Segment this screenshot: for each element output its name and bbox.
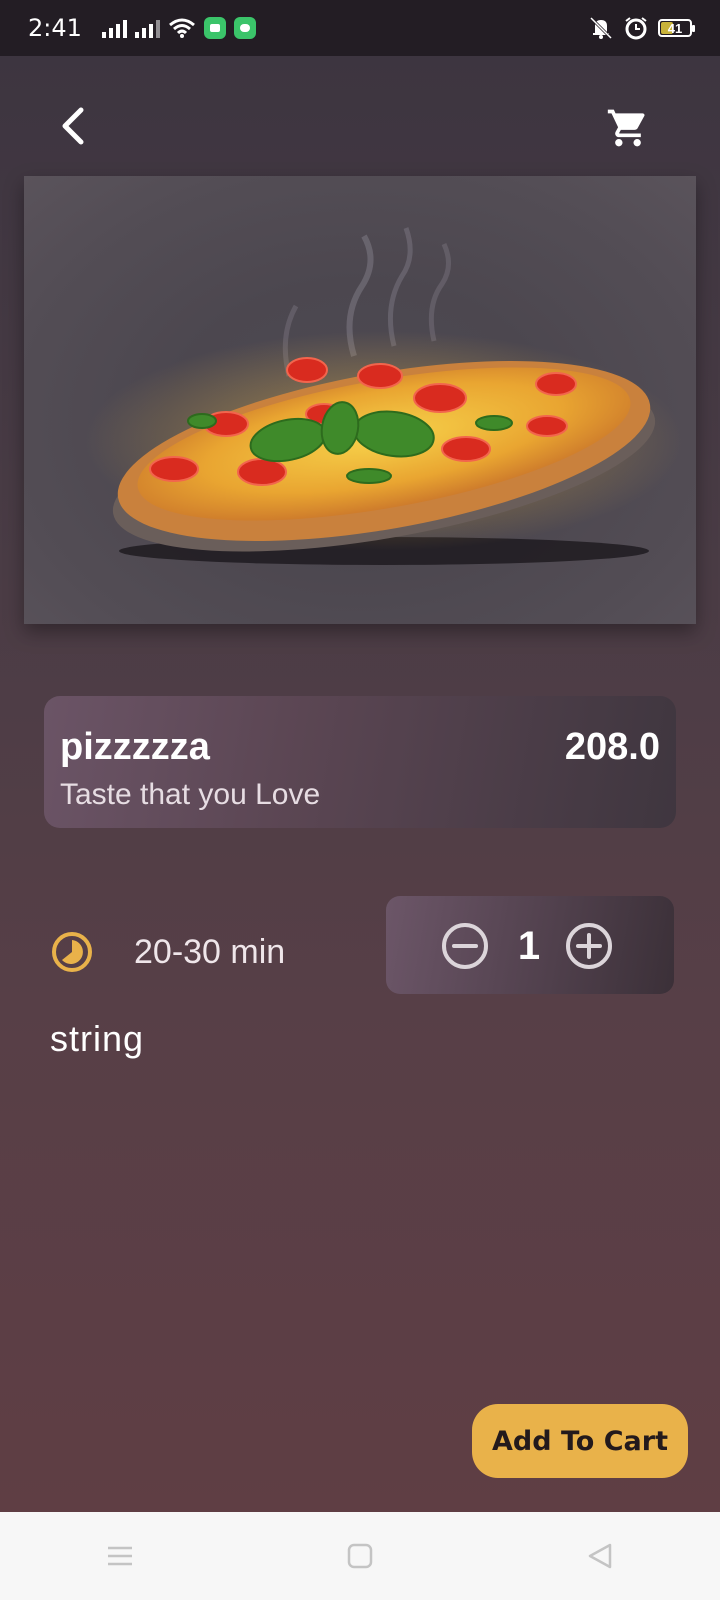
wifi-icon (168, 18, 195, 38)
increase-quantity-button[interactable] (564, 921, 614, 971)
product-tagline: Taste that you Love (60, 778, 321, 811)
message-app-icon (203, 17, 226, 39)
quantity-value: 1 (517, 924, 541, 968)
system-nav-bar (0, 1512, 720, 1600)
signal-icon-2 (134, 18, 160, 38)
back-arrow-icon (62, 107, 84, 145)
status-left: 2:41 (28, 14, 256, 42)
system-back-button[interactable] (570, 1526, 630, 1586)
add-to-cart-button[interactable]: Add To Cart (472, 1404, 688, 1478)
product-detail-screen: pizzzzza 208.0 Taste that you Love 20-30… (0, 56, 720, 1512)
alarm-icon (625, 17, 647, 40)
menu-icon (108, 1546, 132, 1566)
home-button[interactable] (330, 1526, 390, 1586)
shield-app-icon (233, 17, 256, 39)
product-name: pizzzzza (60, 726, 210, 768)
minus-circle-icon (442, 923, 488, 969)
pizza-illustration (84, 227, 684, 565)
cart-button[interactable] (600, 102, 656, 154)
product-price: 208.0 (564, 726, 660, 768)
back-button[interactable] (50, 102, 98, 150)
battery-icon: 41 (658, 19, 695, 37)
home-square-icon (347, 1543, 373, 1569)
status-bar: 2:41 41 (0, 0, 720, 56)
recent-apps-button[interactable] (90, 1526, 150, 1586)
product-image (24, 176, 696, 624)
delivery-time: 20-30 min (134, 933, 286, 971)
decrease-quantity-button[interactable] (440, 921, 490, 971)
signal-icon (101, 18, 127, 38)
product-info-card: pizzzzza 208.0 Taste that you Love (44, 696, 676, 828)
quantity-stepper: 1 (386, 896, 674, 994)
status-right: 41 (588, 16, 695, 40)
back-triangle-icon (588, 1543, 612, 1569)
cart-icon (607, 109, 645, 147)
plus-circle-icon (566, 923, 612, 969)
battery-level: 41 (667, 20, 683, 36)
product-description: string (50, 1018, 145, 1059)
status-time: 2:41 (28, 14, 82, 42)
mute-bell-icon (589, 16, 613, 40)
clock-icon (52, 932, 92, 972)
